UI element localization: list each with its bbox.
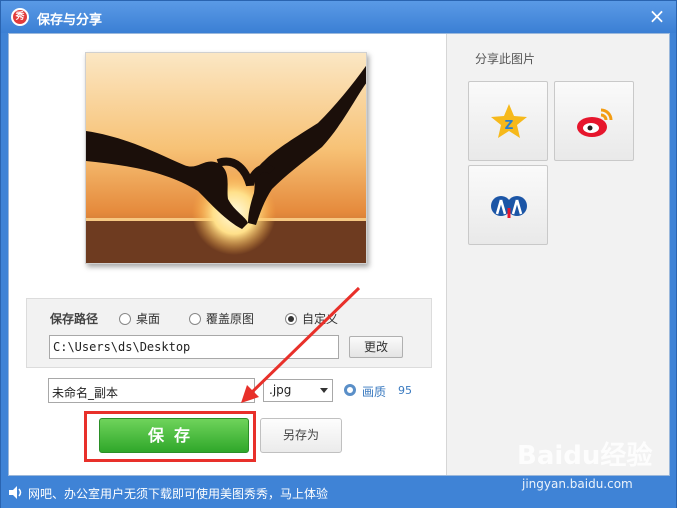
dialog-body: 保存路径 桌面 覆盖原图 自定义 C:\Users\ds\Desktop 更改 … <box>8 33 670 476</box>
radio-overwrite[interactable]: 覆盖原图 <box>189 310 254 327</box>
quality-value: 95 <box>398 384 412 397</box>
chevron-down-icon <box>320 388 328 393</box>
save-button[interactable]: 保存 <box>99 418 249 453</box>
share-panel: 分享此图片 Z <box>446 34 669 475</box>
radio-custom-indicator <box>285 312 297 325</box>
svg-text:Z: Z <box>505 118 514 132</box>
radio-desktop-label: 桌面 <box>136 312 161 326</box>
radio-overwrite-indicator <box>189 312 201 325</box>
renren-icon <box>491 196 527 218</box>
window-title: 保存与分享 <box>37 13 103 28</box>
save-path-label: 保存路径 <box>50 312 99 326</box>
title-bar[interactable]: 秀 保存与分享 × <box>1 1 676 33</box>
save-path-panel: 保存路径 桌面 覆盖原图 自定义 C:\Users\ds\Desktop 更改 <box>26 298 432 368</box>
quality-link[interactable]: 画质 <box>362 383 386 400</box>
share-weibo-button[interactable] <box>554 81 634 161</box>
share-title: 分享此图片 <box>475 52 536 66</box>
file-extension-select[interactable]: .jpg <box>263 379 333 402</box>
image-preview <box>85 52 367 264</box>
file-extension-value: .jpg <box>269 383 292 397</box>
status-message[interactable]: 网吧、办公室用户无须下载即可使用美图秀秀，马上体验 <box>28 485 328 502</box>
save-as-button[interactable]: 另存为 <box>260 418 342 453</box>
radio-desktop[interactable]: 桌面 <box>119 310 160 327</box>
share-qzone-button[interactable]: Z <box>468 81 548 161</box>
speaker-icon <box>9 486 22 499</box>
weibo-icon <box>577 108 613 137</box>
save-share-dialog: 秀 保存与分享 × 保存路径 桌面 覆盖原图 自定义 C:\Users\ds\D… <box>0 0 677 508</box>
change-path-button[interactable]: 更改 <box>349 336 403 358</box>
radio-custom-label: 自定义 <box>302 312 339 326</box>
save-path-field[interactable]: C:\Users\ds\Desktop <box>49 335 339 359</box>
radio-custom[interactable]: 自定义 <box>285 310 338 327</box>
close-button[interactable]: × <box>647 6 667 27</box>
filename-field[interactable]: 未命名_副本 <box>48 378 255 403</box>
radio-overwrite-label: 覆盖原图 <box>206 312 255 326</box>
app-logo-icon: 秀 <box>11 8 29 26</box>
share-renren-button[interactable] <box>468 165 548 245</box>
qzone-star-icon: Z <box>491 104 527 138</box>
gear-icon[interactable] <box>344 384 356 396</box>
status-bar[interactable]: 网吧、办公室用户无须下载即可使用美图秀秀，马上体验 <box>1 477 676 508</box>
radio-desktop-indicator <box>119 312 131 325</box>
